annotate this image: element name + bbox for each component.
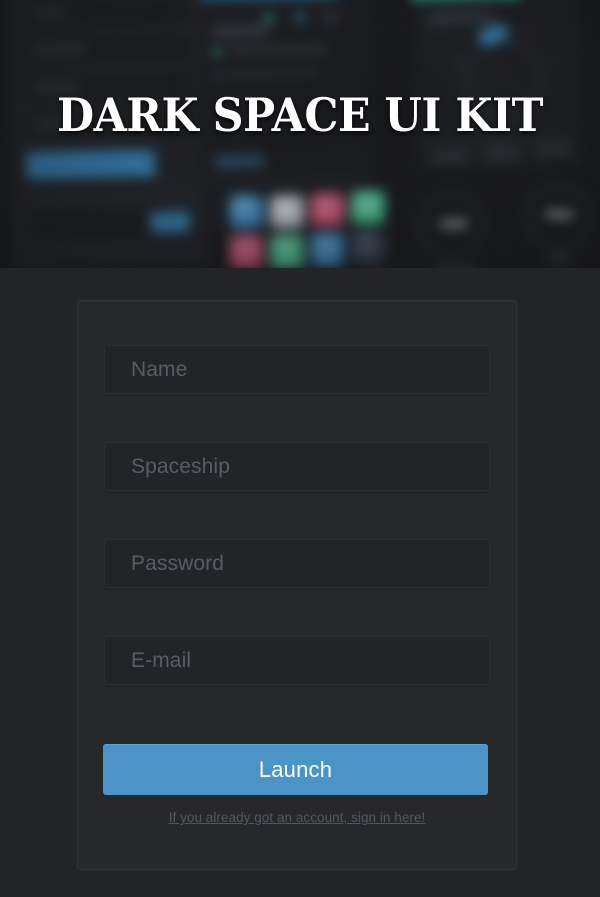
field-password[interactable]: [104, 539, 490, 588]
launch-button[interactable]: Launch: [103, 744, 488, 795]
page-title: DARK SPACE UI KIT: [57, 88, 543, 142]
field-email[interactable]: [104, 636, 490, 685]
password-input[interactable]: [105, 540, 489, 587]
spaceship-input[interactable]: [105, 443, 489, 490]
field-spaceship[interactable]: [104, 442, 490, 491]
hero-banner: DARK SPACE UI KIT: [0, 0, 600, 268]
signup-fields: [104, 345, 490, 733]
email-input[interactable]: [105, 637, 489, 684]
field-name[interactable]: [104, 345, 490, 394]
name-input[interactable]: [105, 346, 489, 393]
sign-in-link[interactable]: If you already got an account, sign in h…: [77, 810, 517, 825]
